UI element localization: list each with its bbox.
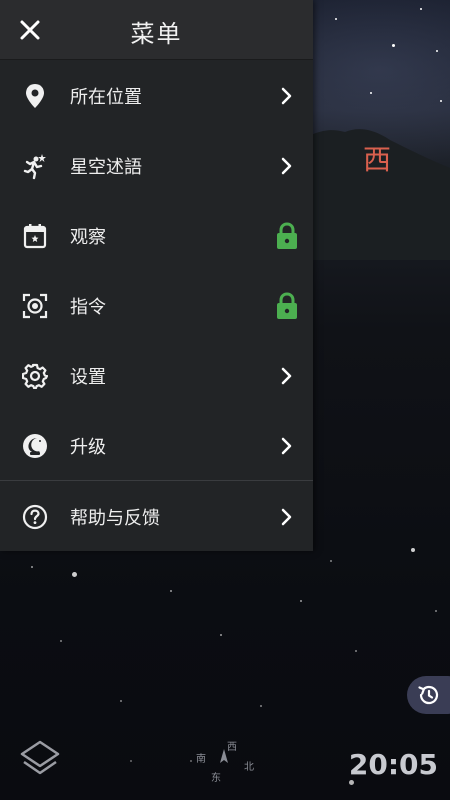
- menu-item-label: 帮助与反馈: [70, 508, 160, 529]
- layers-icon: [20, 740, 60, 775]
- star: [60, 640, 62, 642]
- runner-star-icon: [22, 153, 48, 180]
- time-display[interactable]: 20:05: [349, 748, 438, 781]
- navigation-drawer: 菜单 所在位置 星空述語 观察 指令 设置 升级 帮助与反馈: [0, 0, 313, 551]
- menu-item-label: 所在位置: [70, 87, 142, 108]
- menu-item-label: 指令: [70, 297, 106, 318]
- layers-button[interactable]: [18, 738, 62, 782]
- star: [170, 590, 172, 592]
- menu-item-sky-stories[interactable]: 星空述語: [0, 131, 313, 201]
- direction-label-west: 西: [363, 143, 392, 176]
- star: [330, 560, 332, 562]
- star: [355, 650, 357, 652]
- star: [31, 566, 33, 568]
- moon-plus-icon: [22, 433, 48, 459]
- menu-item-location[interactable]: 所在位置: [0, 61, 313, 131]
- target-frame-icon: [22, 293, 48, 319]
- chevron-right-icon: [275, 434, 299, 458]
- menu-item-upgrade[interactable]: 升级: [0, 411, 313, 481]
- menu-item-label: 观察: [70, 227, 106, 248]
- star: [370, 92, 372, 94]
- compass-needle-icon: [220, 749, 228, 763]
- menu-divider: [0, 480, 313, 481]
- star: [300, 600, 302, 602]
- star: [220, 634, 222, 636]
- menu-item-label: 设置: [70, 367, 106, 388]
- menu-item-label: 星空述語: [70, 157, 142, 178]
- star: [435, 610, 437, 612]
- menu-item-observe[interactable]: 观察: [0, 201, 313, 271]
- star: [436, 50, 438, 52]
- star: [130, 760, 132, 762]
- chevron-right-icon: [275, 505, 299, 529]
- lock-icon: [275, 292, 299, 319]
- star: [392, 44, 395, 47]
- help-circle-icon: [22, 504, 48, 530]
- history-icon: [418, 685, 439, 705]
- star: [420, 8, 422, 10]
- star: [260, 705, 262, 707]
- chevron-right-icon: [275, 364, 299, 388]
- compass[interactable]: 西 南 北 东: [190, 735, 260, 785]
- drawer-title: 菜单: [130, 20, 183, 48]
- menu-item-commands[interactable]: 指令: [0, 271, 313, 341]
- gear-icon: [22, 363, 48, 389]
- star: [120, 700, 122, 702]
- menu-item-help-feedback[interactable]: 帮助与反馈: [0, 482, 313, 552]
- menu-item-label: 升级: [70, 437, 106, 458]
- star: [335, 18, 337, 20]
- chevron-right-icon: [275, 84, 299, 108]
- chevron-right-icon: [275, 154, 299, 178]
- location-pin-icon: [22, 83, 48, 109]
- star: [72, 572, 77, 577]
- star: [411, 548, 415, 552]
- drawer-header: 菜单: [0, 0, 313, 60]
- menu-item-settings[interactable]: 设置: [0, 341, 313, 411]
- history-button[interactable]: [407, 676, 450, 714]
- lock-icon: [275, 222, 299, 249]
- calendar-icon: [22, 223, 48, 249]
- star: [440, 100, 442, 102]
